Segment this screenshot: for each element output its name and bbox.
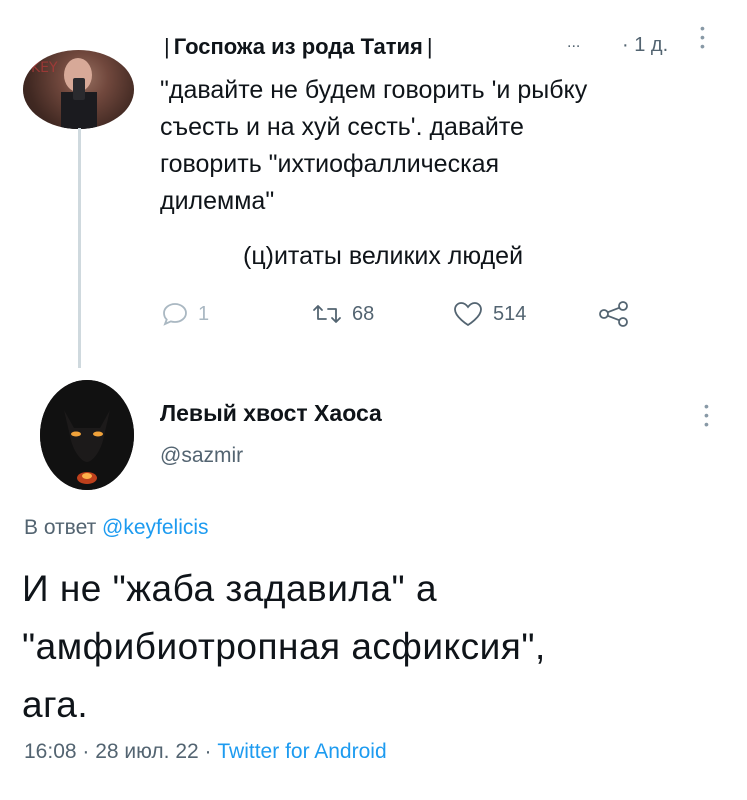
svg-text:KEY: KEY xyxy=(31,60,58,76)
reply-count: 1 xyxy=(198,302,210,325)
like-count: 514 xyxy=(493,302,527,325)
parent-author-avatar[interactable]: KEY xyxy=(23,50,134,129)
main-author-handle[interactable]: @sazmir xyxy=(160,444,243,468)
truncated-handle: ... xyxy=(567,34,581,51)
reply-prefix: В ответ xyxy=(24,516,97,539)
parent-tweet-quote: (ц)итаты великих людей xyxy=(243,242,524,270)
retweet-count: 68 xyxy=(352,302,375,325)
share-button[interactable] xyxy=(598,294,640,334)
like-button[interactable]: 514 xyxy=(453,294,526,334)
share-icon xyxy=(599,301,628,327)
parent-tweet-text: "давайте не будем говорить 'и рыбку съес… xyxy=(160,76,588,215)
parent-author-name[interactable]: | Госпожа из рода Татия | xyxy=(160,34,437,60)
more-vertical-icon[interactable]: • • • xyxy=(700,21,705,53)
reply-button[interactable]: 1 xyxy=(162,294,209,334)
tweet-meta: 16:08 · 28 июл. 22 · Twitter for Android xyxy=(24,740,387,764)
parent-timestamp[interactable]: · 1 д. xyxy=(622,34,668,57)
main-author-avatar[interactable] xyxy=(40,380,134,490)
main-tweet-text: И не "жаба задавила" а "амфибиотропная а… xyxy=(22,568,546,725)
reply-to-handle-link[interactable]: @keyfelicis xyxy=(102,516,209,539)
more-vertical-icon[interactable]: • • • xyxy=(704,399,709,431)
name-separator-right: | xyxy=(426,34,433,59)
main-author-name[interactable]: Левый хвост Хаоса xyxy=(160,400,382,427)
name-separator-left: | xyxy=(164,34,170,59)
retweet-button[interactable]: 68 xyxy=(312,294,374,334)
reply-context: В ответ @keyfelicis xyxy=(24,516,209,540)
heart-icon xyxy=(454,302,482,327)
reply-icon xyxy=(163,303,187,326)
tweet-source-link[interactable]: Twitter for Android xyxy=(217,740,386,763)
tweet-timestamp[interactable]: 16:08 · 28 июл. 22 · xyxy=(24,740,212,763)
retweet-icon xyxy=(313,305,341,323)
parent-author-name-text: Госпожа из рода Татия xyxy=(173,34,423,59)
thread-line xyxy=(78,128,81,368)
